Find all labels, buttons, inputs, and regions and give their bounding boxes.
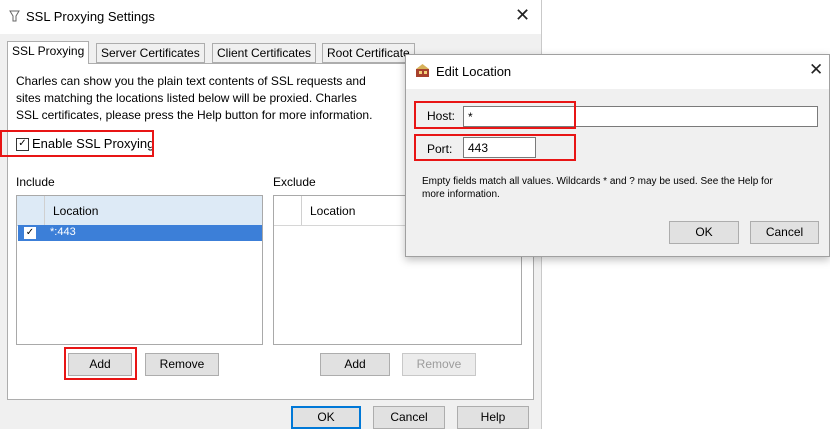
ok-button[interactable]: OK [291, 406, 361, 429]
exclude-add-button[interactable]: Add [320, 353, 390, 376]
edit-cancel-button[interactable]: Cancel [750, 221, 819, 244]
highlight-box [414, 134, 576, 161]
include-list-header: Location [17, 196, 262, 226]
charles-app-icon [416, 64, 429, 77]
help-text-line-1: Empty fields match all values. Wildcards… [422, 176, 773, 187]
exclude-remove-button[interactable]: Remove [402, 353, 476, 376]
app-icon [9, 10, 20, 22]
column-separator [44, 196, 45, 225]
exclude-location-column[interactable]: Location [310, 204, 355, 218]
edit-location-dialog: Edit Location ✕ Host: Port: Empty fields… [405, 54, 830, 257]
include-remove-button[interactable]: Remove [145, 353, 219, 376]
description-line-2: sites matching the locations listed belo… [16, 91, 357, 105]
include-label: Include [16, 175, 55, 189]
highlight-box [0, 130, 154, 157]
include-location-column[interactable]: Location [53, 204, 98, 218]
description-line-3: SSL certificates, please press the Help … [16, 108, 373, 122]
title-bar: SSL Proxying Settings ✕ [0, 0, 541, 34]
tab-root-certificate[interactable]: Root Certificate [322, 43, 415, 63]
tab-client-certificates[interactable]: Client Certificates [212, 43, 317, 63]
include-row-checkbox[interactable]: ✓ [24, 227, 36, 239]
close-icon[interactable]: ✕ [809, 60, 823, 80]
help-button[interactable]: Help [457, 406, 529, 429]
column-separator [301, 196, 302, 225]
cancel-button[interactable]: Cancel [373, 406, 445, 429]
close-icon[interactable]: ✕ [515, 5, 530, 25]
include-row-selected[interactable]: ✓ *:443 [18, 225, 262, 241]
include-row-location: *:443 [50, 226, 76, 238]
highlight-box [414, 101, 576, 129]
edit-title-bar: Edit Location ✕ [406, 55, 829, 89]
description-line-1: Charles can show you the plain text cont… [16, 74, 366, 88]
highlight-box [64, 347, 137, 380]
exclude-label: Exclude [273, 175, 316, 189]
edit-ok-button[interactable]: OK [669, 221, 739, 244]
tab-server-certificates[interactable]: Server Certificates [96, 43, 205, 63]
tab-ssl-proxying[interactable]: SSL Proxying [7, 41, 90, 64]
help-text-line-2: more information. [422, 189, 500, 200]
edit-dialog-title: Edit Location [436, 64, 512, 79]
dialog-title: SSL Proxying Settings [26, 9, 155, 24]
include-list[interactable]: Location ✓ *:443 [16, 195, 263, 345]
